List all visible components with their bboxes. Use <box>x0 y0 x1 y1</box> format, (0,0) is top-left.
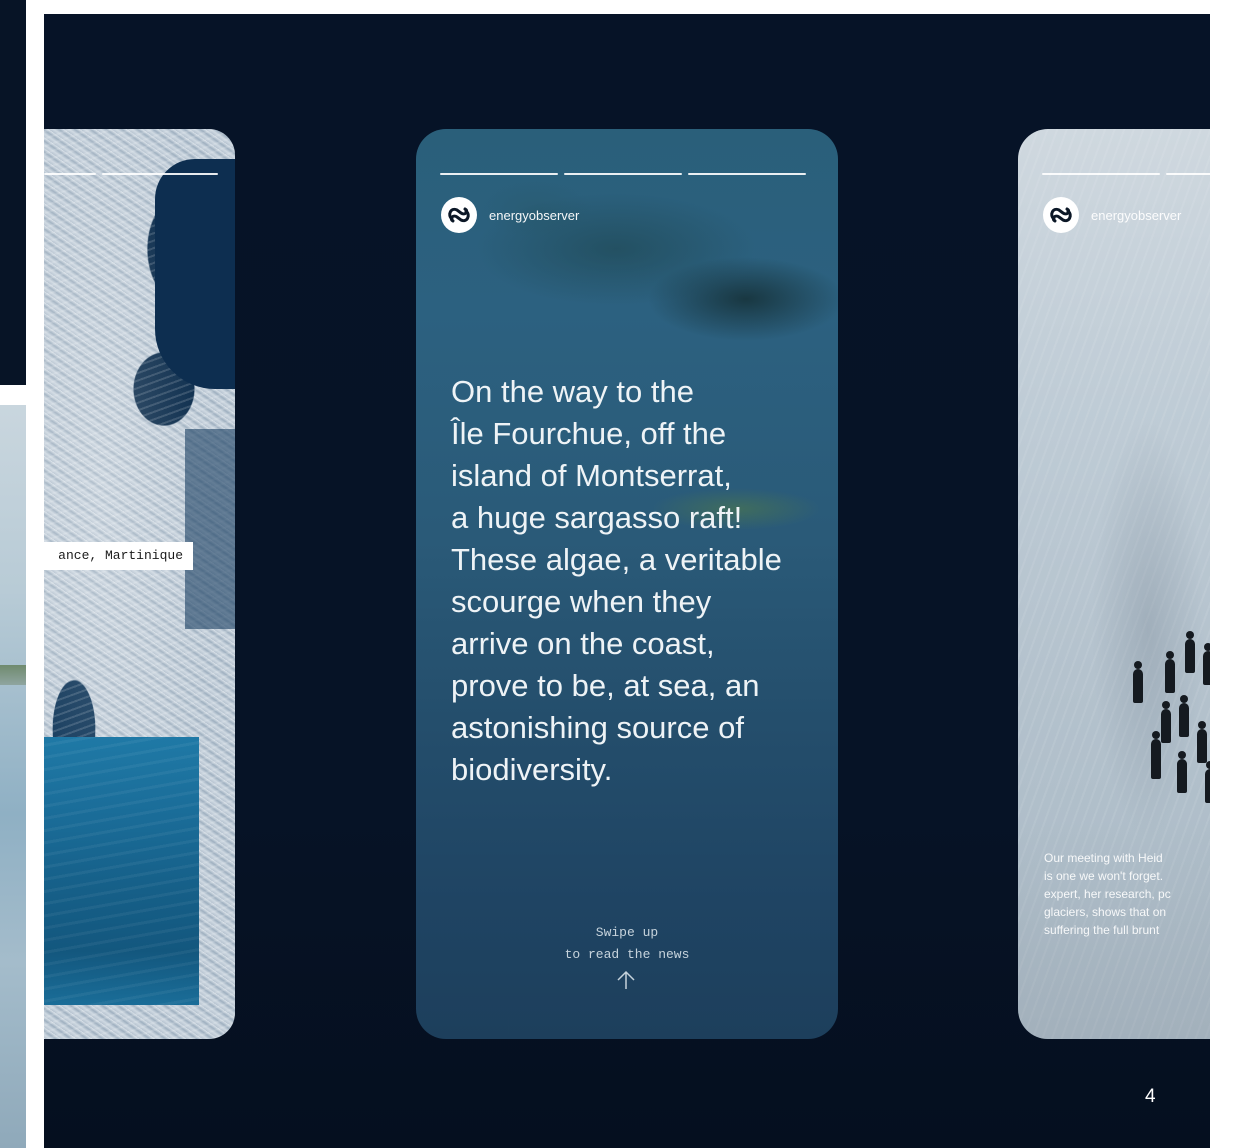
progress-bar <box>564 173 682 175</box>
progress-bar <box>688 173 806 175</box>
story-progress-bars <box>440 173 806 175</box>
story-text: On the way to the Île Fourchue, off the … <box>451 374 782 787</box>
page-number: 4 <box>1145 1086 1156 1107</box>
story-card-sargasso[interactable]: energyobserver On the way to the Île Fou… <box>416 129 838 1039</box>
progress-bar <box>440 173 558 175</box>
ocean-photo <box>44 737 199 1005</box>
story-account[interactable]: energyobserver <box>1043 197 1181 233</box>
energy-observer-logo-icon <box>1043 197 1079 233</box>
map-water <box>155 159 235 389</box>
swipe-up-prompt[interactable]: Swipe up to read the news <box>416 922 838 966</box>
story-account[interactable]: energyobserver <box>441 197 579 233</box>
map-water-shadow <box>185 429 235 629</box>
progress-bar <box>44 173 96 175</box>
story-card-glacier[interactable]: energyobserver Our meeting with Heid is … <box>1018 129 1210 1039</box>
story-caption: Our meeting with Heid is one we won't fo… <box>1044 851 1171 937</box>
energy-observer-logo-icon <box>441 197 477 233</box>
progress-bar <box>1042 173 1160 175</box>
progress-bar <box>102 173 218 175</box>
account-name: energyobserver <box>1091 207 1182 223</box>
arrow-up-icon[interactable] <box>615 969 637 996</box>
story-card-map[interactable]: ance, Martinique <box>44 129 235 1039</box>
story-progress-bars <box>1042 173 1210 175</box>
account-name: energyobserver <box>489 207 580 223</box>
stories-showcase: ance, Martinique energyobserver On the w… <box>44 14 1210 1148</box>
left-strip-photo <box>0 405 26 1148</box>
progress-bar <box>1166 173 1210 175</box>
location-label: ance, Martinique <box>44 542 193 570</box>
left-strip-dark-panel <box>0 0 26 385</box>
story-progress-bars <box>44 173 218 175</box>
